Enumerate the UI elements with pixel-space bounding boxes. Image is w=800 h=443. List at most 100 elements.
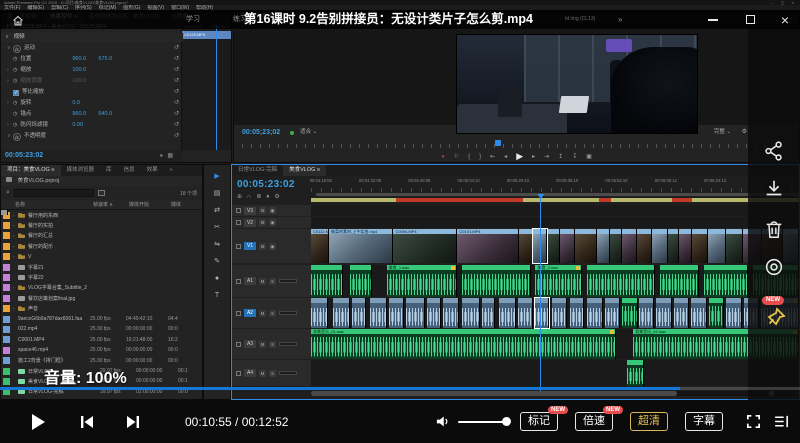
timeline-clip[interactable] <box>605 298 620 328</box>
timeline-clip[interactable] <box>570 298 585 328</box>
solo-button[interactable]: S <box>269 278 276 285</box>
timeline-clip[interactable]: 美食_2.wav <box>535 265 581 297</box>
track-chip[interactable]: A3 <box>244 340 256 348</box>
export-frame-icon[interactable]: ▣ <box>586 153 592 160</box>
timeline-clip[interactable] <box>679 229 691 263</box>
reset-icon[interactable]: ↺ <box>174 98 179 109</box>
volume-icon[interactable] <box>435 400 450 443</box>
timeline-clip[interactable] <box>427 298 441 328</box>
timeline-clip[interactable] <box>622 229 638 263</box>
trash-icon[interactable] <box>763 218 785 245</box>
timeline-clip[interactable] <box>547 229 560 263</box>
param-value[interactable]: 540.0 <box>98 109 116 120</box>
expand-arrow-icon[interactable]: › <box>13 285 18 290</box>
label-color[interactable] <box>3 305 10 312</box>
track-header-A1[interactable]: A1MS <box>232 265 311 297</box>
program-playhead[interactable] <box>495 140 501 146</box>
track-lock-icon[interactable] <box>236 311 241 316</box>
expand-arrow-icon[interactable]: › <box>13 244 18 249</box>
timeline-clip[interactable] <box>692 229 709 263</box>
play-button[interactable] <box>30 400 46 443</box>
label-color[interactable] <box>3 264 10 271</box>
label-color[interactable] <box>3 295 10 302</box>
track-header-A3[interactable]: A3MS <box>232 329 311 359</box>
monitor-settings-icon[interactable]: ⚙ <box>742 125 747 140</box>
project-item[interactable]: ›餐厅用的东西 <box>1 210 202 220</box>
timeline-clip[interactable] <box>535 298 549 328</box>
timeline-clip[interactable] <box>482 298 496 328</box>
label-color[interactable] <box>3 253 10 260</box>
timeline-clip[interactable] <box>311 265 343 297</box>
project-item[interactable]: 字幕22 <box>1 272 202 282</box>
go-to-in-icon[interactable]: ⇤ <box>490 153 495 160</box>
razor-tool-icon[interactable]: ✂ <box>214 224 220 232</box>
sync-lock-icon[interactable]: ⊟ <box>259 219 266 226</box>
effect-row[interactable]: ✓等比缩放↺ <box>1 87 183 98</box>
program-timecode[interactable]: 00:05;23;02 <box>242 125 280 140</box>
work-area-bar[interactable] <box>311 198 799 202</box>
timeline-clip[interactable] <box>709 298 724 328</box>
track-chip[interactable]: V2 <box>244 219 256 227</box>
track-lock-icon[interactable] <box>236 342 241 347</box>
home-icon[interactable] <box>12 14 24 32</box>
mute-button[interactable]: M <box>259 310 266 317</box>
project-item[interactable]: ›餐厅的配乐 <box>1 241 202 251</box>
resolution-dropdown[interactable]: 完整 ⌄ <box>714 125 731 140</box>
effect-row[interactable]: ◷锚点960.0540.0↺ <box>1 109 183 120</box>
panel-tab[interactable]: 库 <box>100 165 118 176</box>
timeline-clip[interactable] <box>726 229 743 263</box>
next-episode-button[interactable] <box>126 400 140 443</box>
solo-button[interactable]: S <box>269 310 276 317</box>
nav-item-study[interactable]: 学习 <box>186 10 200 29</box>
reset-icon[interactable]: ↺ <box>174 109 179 120</box>
player-button-标记[interactable]: 标记NEW <box>520 412 558 431</box>
stopwatch-icon[interactable]: ◷ <box>13 98 17 109</box>
timeline-clip[interactable] <box>627 360 644 386</box>
track-lane-A3[interactable]: 背景音乐_01.wav背景音乐_02.wav <box>311 329 799 359</box>
track-chip[interactable]: A1 <box>244 277 256 285</box>
reset-icon[interactable]: ↺ <box>174 131 179 142</box>
mini-clip-bar[interactable]: C0125.MP4 <box>182 31 231 39</box>
track-visibility-icon[interactable]: ◉ <box>269 219 276 226</box>
close-button[interactable]: × <box>772 10 798 29</box>
expand-arrow-icon[interactable]: › <box>13 223 18 228</box>
label-color[interactable] <box>3 232 10 239</box>
param-value[interactable]: 960.0 <box>72 109 90 120</box>
pen-tool-icon[interactable]: ✎ <box>214 258 220 266</box>
label-color[interactable] <box>3 316 10 323</box>
column-header[interactable]: 媒体开始 <box>129 200 171 209</box>
effect-timecode[interactable]: 00:05:23:02 <box>5 150 43 162</box>
timeline-clip[interactable] <box>519 229 533 263</box>
type-tool-icon[interactable]: T <box>215 292 219 300</box>
solo-button[interactable]: S <box>269 370 276 377</box>
timeline-clip[interactable] <box>704 265 748 297</box>
maximize-button[interactable] <box>737 10 763 29</box>
timeline-clip[interactable] <box>587 298 604 328</box>
timeline-clip[interactable] <box>333 298 350 328</box>
video-section-header[interactable]: ∨ 视频 <box>1 33 183 42</box>
sync-lock-icon[interactable]: ⊟ <box>259 207 266 214</box>
lift-icon[interactable]: ↥ <box>558 153 563 160</box>
mark-out-icon[interactable]: } <box>479 154 481 160</box>
volume-slider[interactable] <box>458 421 504 423</box>
player-button-字幕[interactable]: 字幕 <box>685 412 723 431</box>
timeline-clip[interactable] <box>352 298 366 328</box>
project-item[interactable]: 9aecxG6b9a787dax6061.faa25.00 fps04:49:4… <box>1 314 202 324</box>
project-item[interactable]: ›声音 <box>1 304 202 314</box>
timeline-clip[interactable]: 背景音乐_01.wav <box>311 329 616 359</box>
play-icon[interactable]: ▶ <box>516 151 523 162</box>
timeline-clip[interactable]: C0112.MP4 <box>311 229 329 263</box>
reset-icon[interactable]: ↺ <box>174 87 179 98</box>
more-chevrons[interactable]: » <box>618 10 622 29</box>
project-item[interactable]: ›VLOG字幕合集_Subtitle_2 <box>1 283 202 293</box>
timeline-clip[interactable] <box>622 298 638 328</box>
mute-button[interactable]: M <box>259 370 266 377</box>
track-lane-A2[interactable]: C0123.MP4 <box>311 298 799 328</box>
reset-icon[interactable]: ↺ <box>174 54 179 65</box>
timeline-clip[interactable]: C0094.MP4 <box>393 229 457 263</box>
track-lock-icon[interactable] <box>236 279 241 284</box>
timeline-clip[interactable] <box>350 265 372 297</box>
timeline-clip[interactable] <box>597 229 610 263</box>
track-visibility-icon[interactable]: ◉ <box>269 207 276 214</box>
param-value[interactable]: 960.0 <box>72 54 90 65</box>
